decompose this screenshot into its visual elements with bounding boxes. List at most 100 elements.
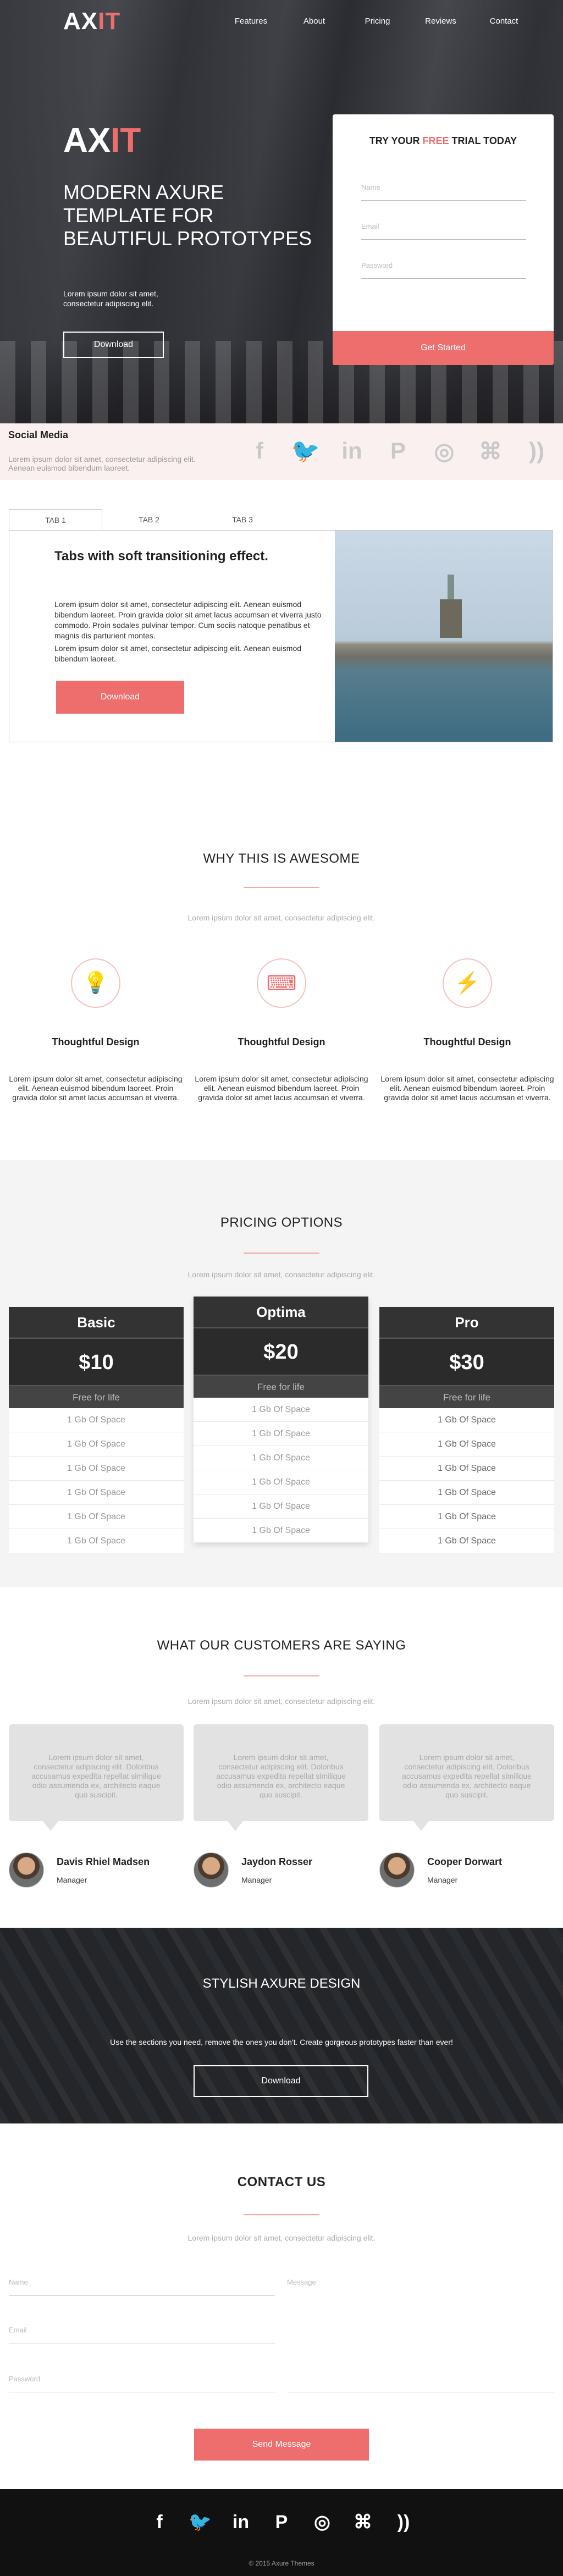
send-message-button[interactable]: Send Message [194, 2429, 369, 2461]
plan-feature: 1 Gb Of Space [194, 1398, 368, 1422]
plan-feature: 1 Gb Of Space [379, 1457, 554, 1481]
social-media-bar: Social Media Lorem ipsum dolor sit amet,… [0, 423, 563, 480]
trial-name-input[interactable]: Name [361, 179, 526, 201]
nav-about[interactable]: About [283, 16, 346, 26]
nav-contact[interactable]: Contact [472, 16, 536, 26]
feature-title: Thoughtful Design [238, 1036, 325, 1047]
pinterest-icon[interactable]: P [383, 436, 413, 466]
tab-panel: Tabs with soft transitioning effect. Lor… [9, 530, 553, 742]
logo-white: AX [63, 8, 98, 35]
trial-title-before: TRY YOUR [369, 135, 423, 146]
rss-icon[interactable]: )) [522, 436, 551, 466]
testimonial-person: Cooper Dorwart Manager [379, 1852, 502, 1888]
hero-title-line2: TEMPLATE FOR [63, 204, 214, 227]
plan-name: Basic [9, 1307, 184, 1338]
plan-basic: Basic $10 Free for life 1 Gb Of Space 1 … [9, 1307, 184, 1553]
twitter-icon[interactable]: 🐦 [189, 2511, 212, 2533]
feature-text: Lorem ipsum dolor sit amet, consectetur … [9, 1074, 183, 1102]
statue-shape [440, 575, 462, 638]
plan-feature: 1 Gb Of Space [9, 1432, 184, 1457]
instagram-icon[interactable]: ◎ [429, 436, 459, 466]
person-role: Manager [57, 1875, 87, 1884]
nav-reviews[interactable]: Reviews [409, 16, 472, 26]
contact-divider [244, 2214, 319, 2215]
nav-pricing[interactable]: Pricing [346, 16, 409, 26]
plan-name: Pro [379, 1307, 554, 1338]
plan-feature: 1 Gb Of Space [379, 1408, 554, 1432]
testimonial-quote: Lorem ipsum dolor sit amet, consectetur … [194, 1724, 368, 1831]
trial-password-input[interactable]: Password [361, 257, 526, 279]
why-subtitle: Lorem ipsum dolor sit amet, consectetur … [187, 913, 376, 922]
person-role: Manager [241, 1875, 272, 1884]
hero-text: Lorem ipsum dolor sit amet, consectetur … [63, 289, 158, 308]
get-started-button[interactable]: Get Started [333, 331, 554, 365]
tab-download-button[interactable]: Download [56, 681, 184, 714]
contact-title: CONTACT US [237, 2175, 326, 2189]
plan-feature: 1 Gb Of Space [379, 1481, 554, 1505]
plan-tagline: Free for life [9, 1385, 184, 1408]
trial-form: Name Email Password [333, 147, 554, 279]
trial-title-after: TRIAL TODAY [449, 135, 517, 146]
plan-feature: 1 Gb Of Space [194, 1446, 368, 1470]
linkedin-icon[interactable]: in [337, 436, 367, 466]
cta-title: STYLISH AXURE DESIGN [202, 1976, 361, 1991]
avatar [194, 1852, 229, 1888]
contact-email-input[interactable]: Email [9, 2323, 275, 2343]
logo[interactable]: AXIT [63, 8, 120, 35]
hero-title: MODERN AXURE TEMPLATE FOR BEAUTIFUL PROT… [63, 181, 322, 250]
github-icon[interactable]: ⌘ [476, 436, 505, 466]
plan-optima: Optima $20 Free for life 1 Gb Of Space 1… [194, 1297, 368, 1543]
twitter-icon[interactable]: 🐦 [291, 436, 321, 466]
testimonials-subtitle: Lorem ipsum dolor sit amet, consectetur … [187, 1697, 376, 1706]
feature-title: Thoughtful Design [423, 1036, 511, 1047]
facebook-icon[interactable]: f [148, 2511, 170, 2533]
person-role: Manager [427, 1875, 458, 1884]
plan-feature: 1 Gb Of Space [194, 1494, 368, 1519]
feature-title: Thoughtful Design [52, 1036, 140, 1047]
pinterest-icon[interactable]: P [271, 2511, 292, 2533]
feature-item: ⚡ Thoughtful Design Lorem ipsum dolor si… [379, 958, 555, 1102]
tab-3[interactable]: TAB 3 [196, 509, 289, 530]
plan-feature: 1 Gb Of Space [194, 1470, 368, 1494]
hero-title-line1: MODERN AXURE [63, 181, 224, 203]
rss-icon[interactable]: )) [393, 2511, 415, 2533]
tab-paragraph-1: Lorem ipsum dolor sit amet, consectetur … [54, 600, 322, 640]
lightning-icon: ⚡ [443, 958, 492, 1008]
testimonials-divider [244, 1675, 319, 1676]
nav-features[interactable]: Features [219, 16, 283, 26]
hero-content: AXIT MODERN AXURE TEMPLATE FOR BEAUTIFUL… [63, 121, 322, 358]
plan-tagline: Free for life [379, 1385, 554, 1408]
plan-name: Optima [194, 1297, 368, 1327]
feature-text: Lorem ipsum dolor sit amet, consectetur … [380, 1074, 554, 1102]
facebook-icon[interactable]: f [245, 436, 274, 466]
contact-password-input[interactable]: Password [9, 2371, 275, 2392]
testimonial-quote: Lorem ipsum dolor sit amet, consectetur … [379, 1724, 554, 1831]
feature-item: ⌨ Thoughtful Design Lorem ipsum dolor si… [194, 958, 369, 1102]
footer-social-icons: f 🐦 in P ◎ ⌘ )) [0, 2511, 563, 2533]
feature-list: 💡 Thoughtful Design Lorem ipsum dolor si… [0, 958, 563, 1102]
hero-logo-white: AX [63, 122, 111, 159]
plan-price: $10 [9, 1338, 184, 1385]
cta-text: Use the sections you need, remove the on… [110, 2038, 453, 2047]
trial-title-highlight: FREE [422, 135, 449, 146]
hero-section: AXIT Features About Pricing Reviews Cont… [0, 0, 563, 423]
plan-price: $30 [379, 1338, 554, 1385]
linkedin-icon[interactable]: in [230, 2511, 252, 2533]
footer: f 🐦 in P ◎ ⌘ )) © 2015 Axure Themes [0, 2489, 563, 2576]
tab-2[interactable]: TAB 2 [102, 509, 196, 530]
contact-message-input[interactable]: Message [287, 2275, 554, 2392]
plan-feature: 1 Gb Of Space [379, 1505, 554, 1529]
copyright: © 2015 Axure Themes [249, 2560, 314, 2567]
contact-section: CONTACT US Lorem ipsum dolor sit amet, c… [0, 2123, 563, 2489]
hero-title-line3: BEAUTIFUL PROTOTYPES [63, 227, 312, 250]
instagram-icon[interactable]: ◎ [311, 2511, 333, 2533]
trial-email-input[interactable]: Email [361, 218, 526, 240]
trial-form-card: TRY YOUR FREE TRIAL TODAY Name Email Pas… [333, 114, 554, 365]
github-icon[interactable]: ⌘ [352, 2511, 374, 2533]
tab-bar: TAB 1 TAB 2 TAB 3 [9, 509, 289, 530]
contact-subtitle: Lorem ipsum dolor sit amet, consectetur … [187, 2233, 376, 2242]
cta-download-button[interactable]: Download [194, 2065, 368, 2097]
hero-download-button[interactable]: Download [63, 332, 164, 358]
tab-1[interactable]: TAB 1 [9, 509, 102, 530]
contact-name-input[interactable]: Name [9, 2275, 275, 2296]
